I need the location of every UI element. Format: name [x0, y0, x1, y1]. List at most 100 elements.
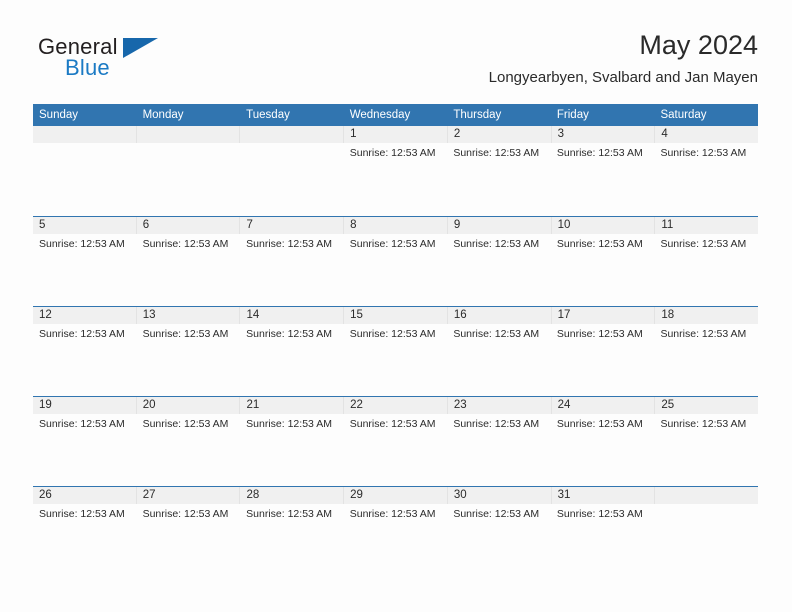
day-number[interactable]: 14 [239, 307, 343, 324]
day-event: Sunrise: 12:53 AM [246, 328, 332, 340]
day-number[interactable]: 19 [33, 397, 136, 414]
week-day-numbers: 5 6 7 8 9 10 11 [33, 217, 758, 234]
day-number[interactable] [239, 126, 343, 143]
brand-logo[interactable]: General Blue [38, 34, 208, 86]
calendar-page: General Blue May 2024 Longyearbyen, Sval… [0, 0, 792, 612]
day-event: Sunrise: 12:53 AM [349, 238, 436, 250]
day-number[interactable]: 30 [446, 487, 551, 504]
brand-name-blue: Blue [65, 55, 110, 80]
day-event: Sunrise: 12:53 AM [246, 418, 332, 430]
day-number[interactable]: 6 [135, 217, 240, 234]
day-event: Sunrise: 12:53 AM [246, 508, 332, 520]
day-event: Sunrise: 12:53 AM [246, 238, 332, 250]
day-number[interactable]: 27 [135, 487, 240, 504]
day-event: Sunrise: 12:53 AM [349, 418, 436, 430]
day-number[interactable]: 28 [239, 487, 343, 504]
page-header: General Blue May 2024 Longyearbyen, Sval… [33, 28, 758, 90]
day-event [137, 143, 241, 215]
triangle-icon [123, 38, 158, 58]
day-number[interactable]: 9 [446, 217, 551, 234]
dow-header-monday: Monday [142, 109, 184, 121]
dow-header-sunday: Sunday [39, 109, 79, 121]
day-event: Sunrise: 12:53 AM [556, 147, 643, 159]
week-day-events: Sunrise: 12:53 AM Sunrise: 12:53 AM Sunr… [33, 504, 758, 576]
day-number[interactable]: 17 [550, 307, 655, 324]
week-row: 19 20 21 22 23 24 25 Sunrise: 12:53 AM S… [33, 396, 758, 486]
day-event: Sunrise: 12:53 AM [453, 328, 540, 340]
day-event: Sunrise: 12:53 AM [453, 238, 540, 250]
day-event: Sunrise: 12:53 AM [142, 508, 229, 520]
week-day-numbers: 12 13 14 15 16 17 18 [33, 307, 758, 324]
day-number[interactable]: 18 [654, 307, 758, 324]
week-day-events: Sunrise: 12:53 AM Sunrise: 12:53 AM Sunr… [33, 143, 758, 215]
dow-header-thursday: Thursday [453, 109, 502, 121]
week-day-numbers: 26 27 28 29 30 31 [33, 487, 758, 504]
week-row: 26 27 28 29 30 31 Sunrise: 12:53 AM Sunr… [33, 486, 758, 576]
day-event: Sunrise: 12:53 AM [39, 508, 125, 520]
day-event: Sunrise: 12:53 AM [660, 147, 747, 159]
day-event: Sunrise: 12:53 AM [556, 508, 643, 520]
dow-header-tuesday: Tuesday [246, 109, 290, 121]
day-number[interactable]: 11 [654, 217, 758, 234]
day-number[interactable]: 20 [135, 397, 240, 414]
day-event: Sunrise: 12:53 AM [660, 328, 747, 340]
day-event: Sunrise: 12:53 AM [556, 238, 643, 250]
day-number[interactable]: 23 [446, 397, 551, 414]
day-number[interactable]: 24 [550, 397, 655, 414]
day-of-week-header-row: Sunday Monday Tuesday Wednesday Thursday… [33, 104, 758, 126]
day-number[interactable]: 21 [239, 397, 343, 414]
day-number[interactable]: 2 [446, 126, 551, 143]
dow-header-friday: Friday [556, 109, 589, 121]
day-event: Sunrise: 12:53 AM [142, 328, 229, 340]
day-number[interactable] [135, 126, 240, 143]
day-number[interactable]: 15 [343, 307, 447, 324]
calendar-grid: Sunday Monday Tuesday Wednesday Thursday… [33, 104, 758, 576]
day-event: Sunrise: 12:53 AM [453, 508, 540, 520]
day-number[interactable]: 5 [33, 217, 136, 234]
day-number[interactable]: 25 [654, 397, 758, 414]
day-number[interactable]: 13 [135, 307, 240, 324]
day-event [33, 143, 137, 215]
day-event: Sunrise: 12:53 AM [556, 328, 643, 340]
day-number[interactable]: 10 [550, 217, 655, 234]
day-number[interactable] [654, 487, 758, 504]
day-number[interactable] [33, 126, 136, 143]
day-number[interactable]: 16 [446, 307, 551, 324]
day-number[interactable]: 3 [550, 126, 655, 143]
day-event [240, 143, 344, 215]
title-block: May 2024 Longyearbyen, Svalbard and Jan … [489, 28, 758, 89]
day-event: Sunrise: 12:53 AM [349, 328, 436, 340]
day-number[interactable]: 4 [654, 126, 758, 143]
week-day-events: Sunrise: 12:53 AM Sunrise: 12:53 AM Sunr… [33, 234, 758, 306]
dow-header-saturday: Saturday [660, 109, 707, 121]
day-number[interactable]: 22 [343, 397, 447, 414]
day-event: Sunrise: 12:53 AM [39, 238, 125, 250]
page-title: May 2024 [639, 30, 758, 60]
day-event: Sunrise: 12:53 AM [453, 147, 540, 159]
day-number[interactable]: 7 [239, 217, 343, 234]
day-event: Sunrise: 12:53 AM [349, 147, 436, 159]
week-row: 12 13 14 15 16 17 18 Sunrise: 12:53 AM S… [33, 306, 758, 396]
day-event: Sunrise: 12:53 AM [660, 418, 747, 430]
day-event: Sunrise: 12:53 AM [453, 418, 540, 430]
day-event: Sunrise: 12:53 AM [660, 238, 747, 250]
week-row: 1 2 3 4 Sunrise: 12:53 AM Sunrise: 12:53… [33, 126, 758, 216]
week-row: 5 6 7 8 9 10 11 Sunrise: 12:53 AM Sunris… [33, 216, 758, 306]
day-event: Sunrise: 12:53 AM [349, 508, 436, 520]
week-day-events: Sunrise: 12:53 AM Sunrise: 12:53 AM Sunr… [33, 414, 758, 486]
page-subtitle: Longyearbyen, Svalbard and Jan Mayen [488, 69, 758, 86]
day-number[interactable]: 31 [550, 487, 655, 504]
week-day-events: Sunrise: 12:53 AM Sunrise: 12:53 AM Sunr… [33, 324, 758, 396]
day-number[interactable]: 12 [33, 307, 136, 324]
day-number[interactable]: 8 [343, 217, 447, 234]
day-event: Sunrise: 12:53 AM [142, 238, 229, 250]
day-event: Sunrise: 12:53 AM [142, 418, 229, 430]
day-number[interactable]: 1 [343, 126, 447, 143]
dow-header-wednesday: Wednesday [349, 109, 411, 121]
week-day-numbers: 1 2 3 4 [33, 126, 758, 143]
day-event [654, 504, 758, 576]
day-number[interactable]: 29 [343, 487, 447, 504]
week-day-numbers: 19 20 21 22 23 24 25 [33, 397, 758, 414]
day-number[interactable]: 26 [33, 487, 136, 504]
day-event: Sunrise: 12:53 AM [556, 418, 643, 430]
